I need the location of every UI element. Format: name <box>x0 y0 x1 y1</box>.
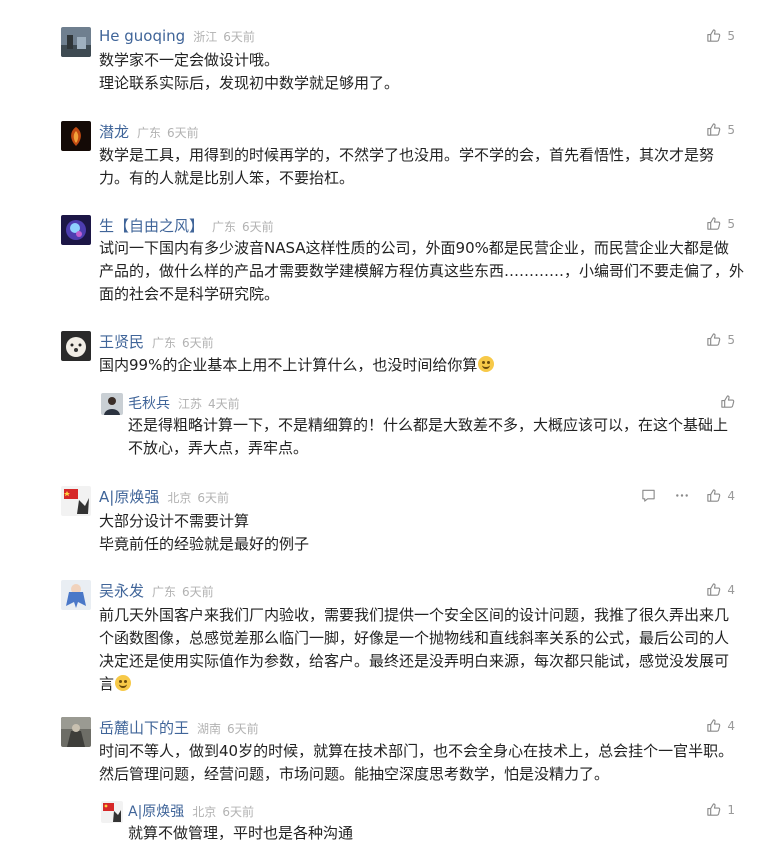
avatar[interactable] <box>61 215 91 245</box>
comment-text: 还是得粗略计算一下，不是精细算的！什么都是大致差不多，大概应该可以，在这个基础上… <box>128 416 729 457</box>
thumbs-up-icon <box>706 718 721 733</box>
thumbs-up-icon <box>706 802 721 817</box>
like-button[interactable]: 5 <box>706 122 735 137</box>
comment-bubble-icon <box>642 489 655 502</box>
username[interactable]: 岳麓山下的王 <box>99 717 189 738</box>
comment-text: 数学是工具，用得到的时候再学的，不然学了也没用。学不学的会，首先看悟性，其次才是… <box>99 146 715 187</box>
like-button[interactable]: 5 <box>706 332 735 347</box>
location-label: 广东 <box>137 126 162 140</box>
timestamp: 6天前 <box>197 491 229 505</box>
thumbs-up-icon <box>706 488 721 503</box>
reply-button[interactable] <box>641 488 656 503</box>
timestamp: 6天前 <box>227 722 259 736</box>
timestamp: 6天前 <box>182 585 214 599</box>
more-dots-icon <box>676 494 688 497</box>
location-label: 北京 <box>192 805 217 819</box>
like-count: 4 <box>727 582 735 597</box>
avatar[interactable] <box>61 580 91 610</box>
location-label: 湖南 <box>197 722 222 736</box>
like-button[interactable] <box>720 394 735 409</box>
timestamp: 4天前 <box>208 397 240 411</box>
like-count: 4 <box>727 488 735 503</box>
timestamp: 6天前 <box>242 220 274 234</box>
avatar[interactable] <box>61 486 91 516</box>
username[interactable]: 吴永发 <box>99 580 144 601</box>
like-count: 5 <box>727 28 735 43</box>
like-button[interactable]: 5 <box>706 28 735 43</box>
comment-text: 数学家不一定会做设计哦。 理论联系实际后，发现初中数学就足够用了。 <box>99 51 400 92</box>
username[interactable]: He guoqing <box>99 27 185 45</box>
username[interactable]: 潜龙 <box>99 121 129 142</box>
like-button[interactable]: 4 <box>706 582 735 597</box>
avatar[interactable] <box>61 717 91 747</box>
thumbs-up-icon <box>706 216 721 231</box>
more-button[interactable] <box>674 488 690 503</box>
sweat-emoji-icon <box>115 675 132 691</box>
timestamp: 6天前 <box>167 126 199 140</box>
location-label: 北京 <box>167 491 192 505</box>
thumbs-up-icon <box>720 394 735 409</box>
like-count: 1 <box>727 802 735 817</box>
thumbs-up-icon <box>706 122 721 137</box>
like-count: 4 <box>727 718 735 733</box>
avatar[interactable] <box>101 801 123 823</box>
avatar[interactable] <box>61 27 91 57</box>
comment-text: 国内99%的企业基本上用不上计算什么，也没时间给你算 <box>99 354 495 377</box>
laughing-emoji-icon <box>478 356 495 372</box>
location-label: 广东 <box>152 585 177 599</box>
location-label: 浙江 <box>193 30 218 44</box>
avatar[interactable] <box>101 393 123 415</box>
avatar[interactable] <box>61 331 91 361</box>
comment-text: 就算不做管理，平时也是各种沟通 <box>128 824 354 842</box>
comment-text: 前几天外国客户来我们厂内验收，需要我们提供一个安全区间的设计问题，我推了很久弄出… <box>99 606 730 693</box>
like-count: 5 <box>727 216 735 231</box>
username[interactable]: A|原焕强 <box>128 801 184 821</box>
thumbs-up-icon <box>706 28 721 43</box>
timestamp: 6天前 <box>223 30 255 44</box>
like-button[interactable]: 4 <box>706 488 735 503</box>
location-label: 广东 <box>152 336 177 350</box>
username[interactable]: A|原焕强 <box>99 486 159 507</box>
like-count: 5 <box>727 122 735 137</box>
location-label: 江苏 <box>178 397 203 411</box>
timestamp: 6天前 <box>182 336 214 350</box>
username[interactable]: 毛秋兵 <box>128 393 170 413</box>
comment-text: 大部分设计不需要计算 毕竟前任的经验就是最好的例子 <box>99 512 310 553</box>
thumbs-up-icon <box>706 332 721 347</box>
username[interactable]: 王贤民 <box>99 331 144 352</box>
avatar[interactable] <box>61 121 91 151</box>
thumbs-up-icon <box>706 582 721 597</box>
username[interactable]: 生【自由之风】 <box>99 215 204 236</box>
like-button[interactable]: 4 <box>706 718 735 733</box>
location-label: 广东 <box>212 220 237 234</box>
like-button[interactable]: 1 <box>706 802 735 817</box>
like-button[interactable]: 5 <box>706 216 735 231</box>
comment-text: 试问一下国内有多少波音NASA这样性质的公司，外面90%都是民营企业，而民营企业… <box>99 239 745 303</box>
like-count: 5 <box>727 332 735 347</box>
timestamp: 6天前 <box>222 805 254 819</box>
comment-text: 时间不等人，做到40岁的时候，就算在技术部门，也不会全身心在技术上，总会挂个一官… <box>99 742 734 783</box>
